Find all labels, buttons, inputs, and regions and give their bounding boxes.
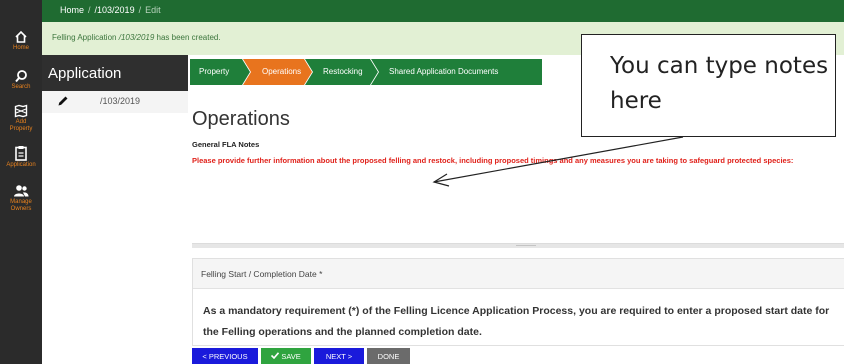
annotation-callout: You can type notes here: [581, 34, 836, 137]
annotation-text: You can type notes here: [610, 53, 829, 114]
